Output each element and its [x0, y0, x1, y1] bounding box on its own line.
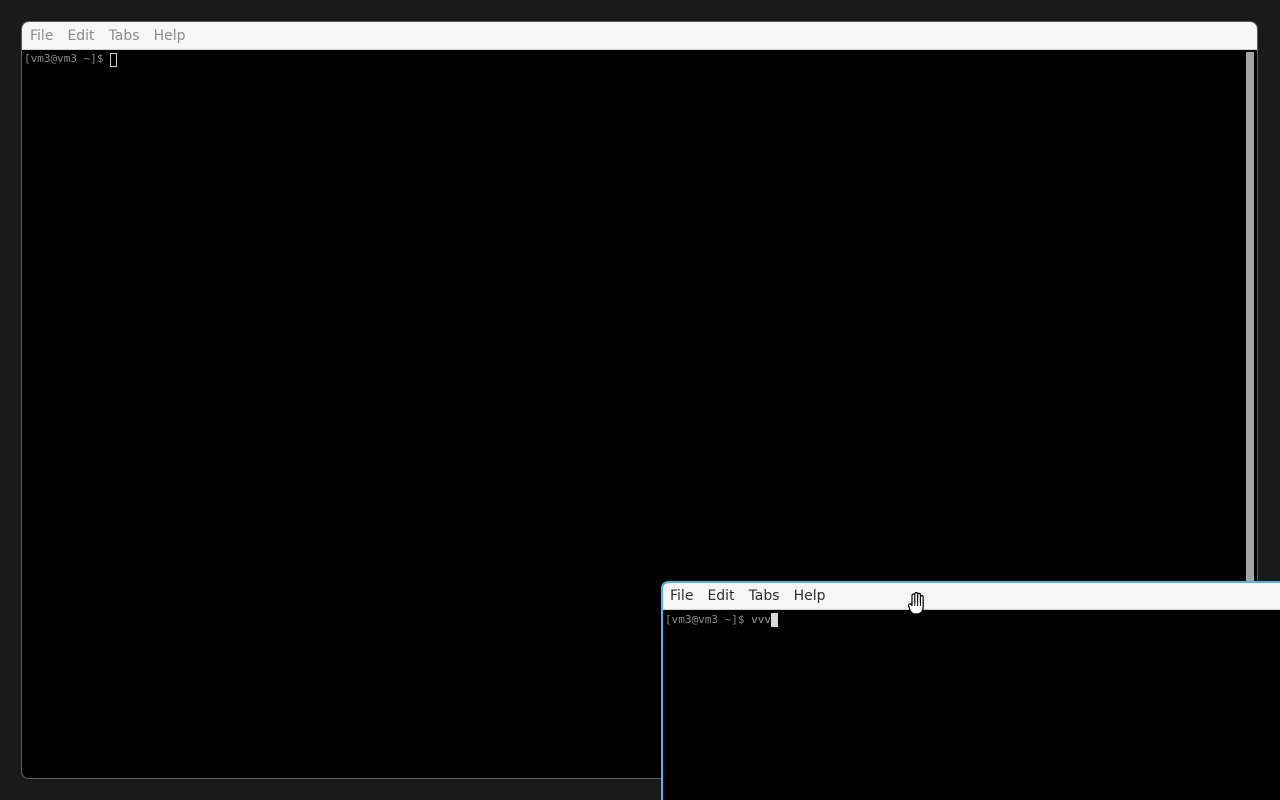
- menu-file[interactable]: File: [23, 22, 60, 50]
- desktop: File Edit Tabs Help [vm3@vm3 ~]$ File Ed…: [0, 0, 1280, 800]
- terminal-window-active[interactable]: File Edit Tabs Help [vm3@vm3 ~]$ vvv: [661, 581, 1280, 800]
- prompt-line: [vm3@vm3 ~]$: [24, 51, 118, 67]
- grab-hand-cursor-icon: [907, 592, 924, 615]
- menu-file[interactable]: File: [663, 583, 700, 610]
- menu-help[interactable]: Help: [147, 22, 193, 50]
- scrollbar-thumb[interactable]: [1246, 52, 1254, 612]
- menu-bar: File Edit Tabs Help: [663, 583, 1280, 610]
- text-cursor: [110, 53, 118, 67]
- typed-command: vvv: [751, 612, 771, 626]
- menu-bar: File Edit Tabs Help: [22, 22, 1257, 50]
- shell-prompt: [vm3@vm3 ~]$: [24, 52, 104, 65]
- shell-prompt: [vm3@vm3 ~]$: [665, 612, 745, 626]
- terminal-output[interactable]: [vm3@vm3 ~]$ vvv: [663, 610, 1280, 800]
- prompt-line: [vm3@vm3 ~]$ vvv: [665, 612, 778, 627]
- menu-tabs[interactable]: Tabs: [102, 22, 147, 50]
- text-cursor: [770, 613, 778, 627]
- menu-edit[interactable]: Edit: [60, 22, 101, 50]
- menu-edit[interactable]: Edit: [700, 583, 741, 610]
- menu-tabs[interactable]: Tabs: [742, 583, 787, 610]
- menu-help[interactable]: Help: [787, 583, 833, 610]
